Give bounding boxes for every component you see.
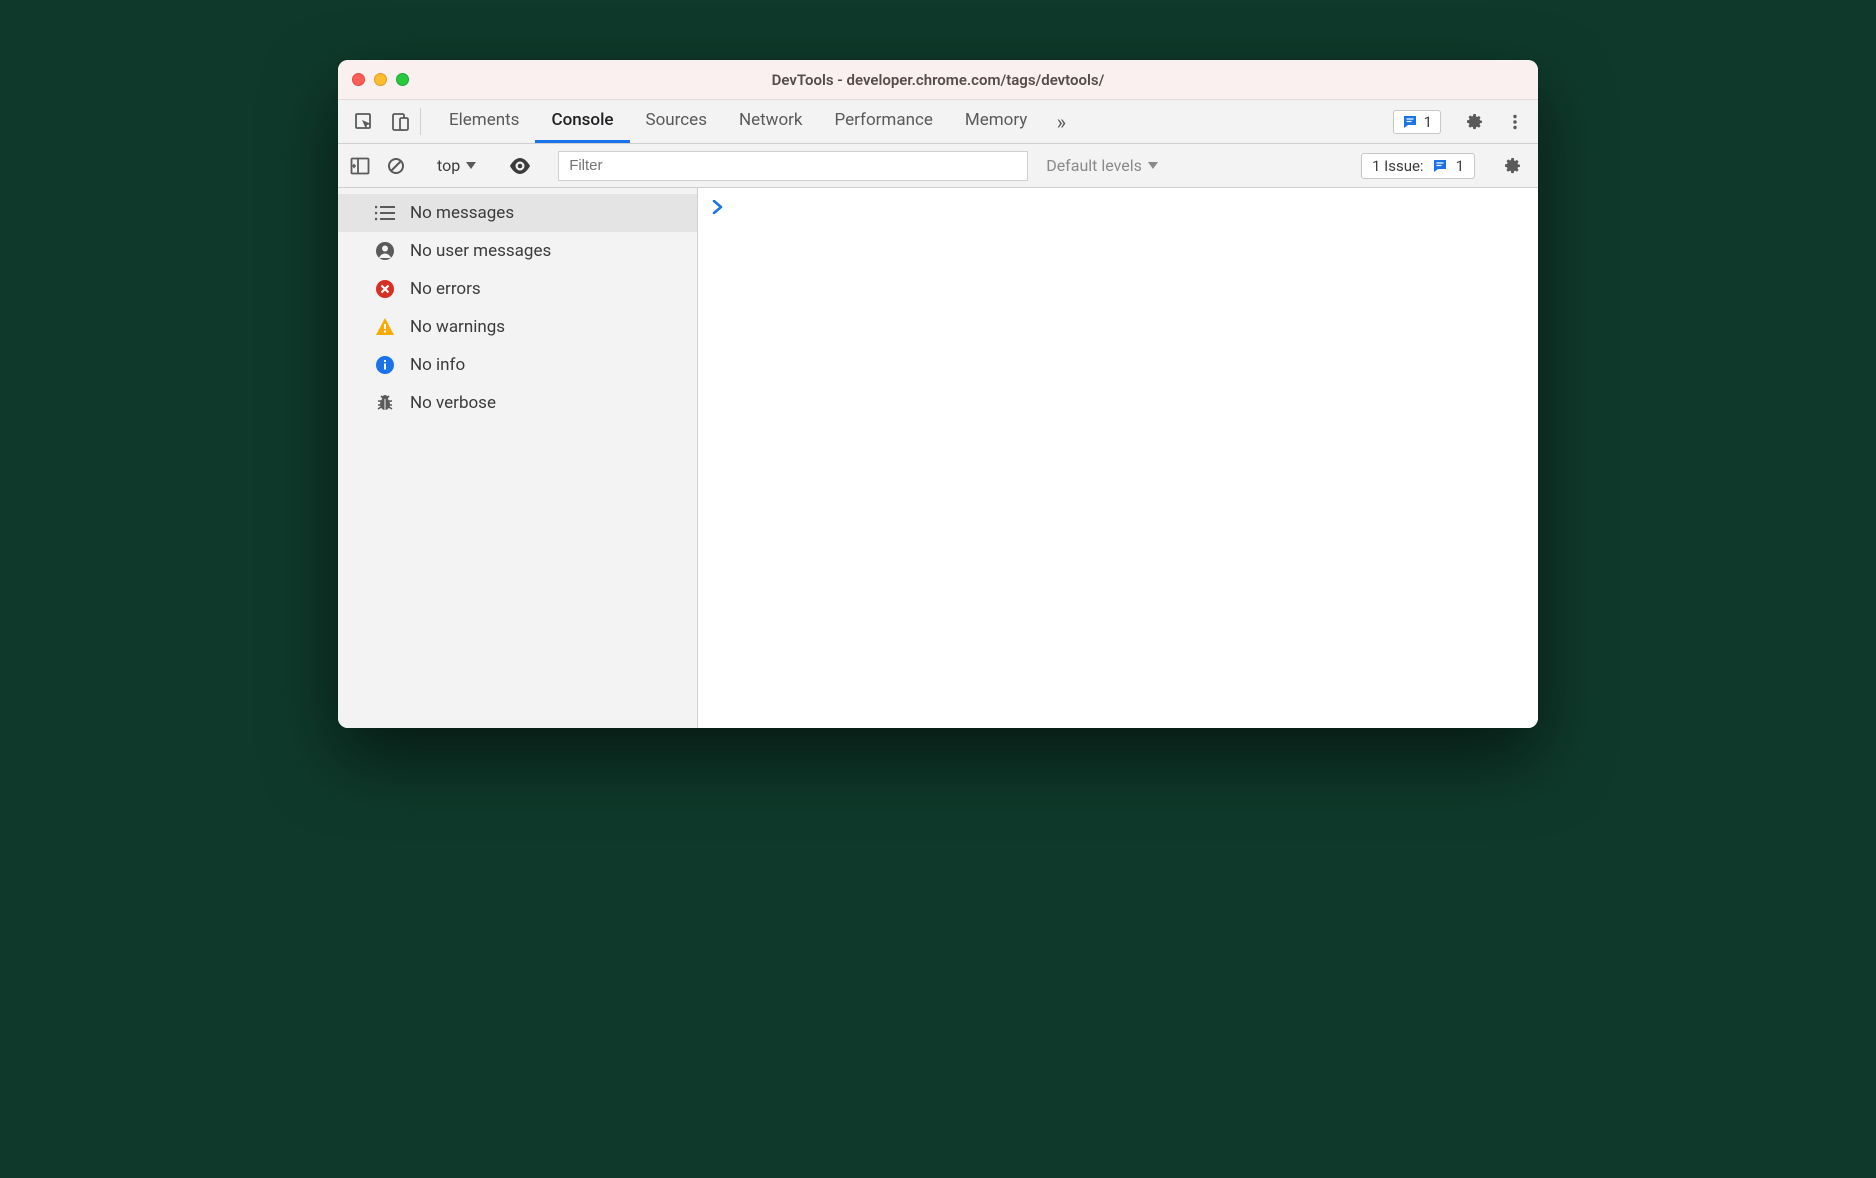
gear-icon: [1503, 156, 1523, 176]
titlebar: DevTools - developer.chrome.com/tags/dev…: [338, 60, 1538, 100]
info-icon: [374, 354, 396, 376]
console-toolbar: top Default levels 1 Issue: 1: [338, 144, 1538, 188]
console-body: No messages No user messages No errors N…: [338, 188, 1538, 728]
list-icon: [374, 202, 396, 224]
tab-sources[interactable]: Sources: [630, 100, 723, 143]
issues-button[interactable]: 1 Issue: 1: [1361, 153, 1475, 179]
tabs-bar: Elements Console Sources Network Perform…: [338, 100, 1538, 144]
tabs-right-controls: 1: [1393, 100, 1538, 143]
window-controls: [352, 73, 409, 86]
panel-tabs: Elements Console Sources Network Perform…: [433, 100, 1043, 143]
sidebar-item-label: No messages: [410, 203, 514, 223]
console-output-area[interactable]: [698, 188, 1538, 728]
bug-icon: [374, 392, 396, 414]
log-levels-selector[interactable]: Default levels: [1036, 156, 1168, 175]
context-selector[interactable]: top: [431, 156, 482, 175]
tab-performance[interactable]: Performance: [819, 100, 949, 143]
sidebar-item-info[interactable]: No info: [338, 346, 697, 384]
tab-memory[interactable]: Memory: [949, 100, 1043, 143]
devtools-window: DevTools - developer.chrome.com/tags/dev…: [338, 60, 1538, 728]
live-expression-button[interactable]: [503, 151, 537, 181]
tab-console[interactable]: Console: [535, 100, 629, 143]
chevron-down-icon: [466, 162, 476, 170]
console-settings-button[interactable]: [1496, 149, 1530, 183]
chat-icon: [1402, 114, 1418, 130]
warning-icon: [374, 316, 396, 338]
sidebar-item-label: No warnings: [410, 317, 505, 337]
sidebar-item-warnings[interactable]: No warnings: [338, 308, 697, 346]
console-sidebar: No messages No user messages No errors N…: [338, 188, 698, 728]
sidebar-item-user-messages[interactable]: No user messages: [338, 232, 697, 270]
sidebar-item-label: No user messages: [410, 241, 551, 261]
tab-elements[interactable]: Elements: [433, 100, 535, 143]
close-window-button[interactable]: [352, 73, 365, 86]
console-prompt-icon: [712, 200, 1524, 214]
more-menu-button[interactable]: [1498, 105, 1532, 139]
messages-count: 1: [1424, 113, 1432, 131]
context-label: top: [437, 156, 460, 175]
sidebar-item-label: No info: [410, 355, 465, 375]
user-icon: [374, 240, 396, 262]
tab-network[interactable]: Network: [723, 100, 819, 143]
more-vertical-icon: [1506, 113, 1524, 131]
filter-input[interactable]: [558, 151, 1028, 181]
sidebar-item-messages[interactable]: No messages: [338, 194, 697, 232]
more-tabs-button[interactable]: »: [1043, 100, 1079, 143]
settings-button[interactable]: [1458, 105, 1492, 139]
maximize-window-button[interactable]: [396, 73, 409, 86]
minimize-window-button[interactable]: [374, 73, 387, 86]
sidebar-item-verbose[interactable]: No verbose: [338, 384, 697, 422]
messages-badge[interactable]: 1: [1393, 110, 1441, 134]
error-icon: [374, 278, 396, 300]
sidebar-item-label: No verbose: [410, 393, 496, 413]
issues-label: 1 Issue:: [1372, 157, 1424, 175]
levels-label: Default levels: [1046, 156, 1142, 175]
clear-console-button[interactable]: [382, 151, 410, 181]
gear-icon: [1465, 112, 1485, 132]
toggle-sidebar-button[interactable]: [346, 151, 374, 181]
chat-icon: [1432, 158, 1448, 174]
sidebar-item-label: No errors: [410, 279, 481, 299]
separator: [420, 108, 421, 135]
device-toolbar-icon[interactable]: [382, 100, 418, 143]
issues-count: 1: [1456, 157, 1464, 175]
window-title: DevTools - developer.chrome.com/tags/dev…: [338, 71, 1538, 89]
sidebar-item-errors[interactable]: No errors: [338, 270, 697, 308]
chevron-down-icon: [1148, 162, 1158, 170]
inspect-element-icon[interactable]: [346, 100, 382, 143]
